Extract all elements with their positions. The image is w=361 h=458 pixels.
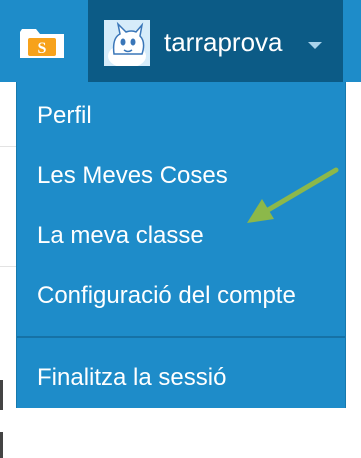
background-line [0, 146, 16, 147]
menu-item-label: Configuració del compte [37, 282, 296, 309]
scratch-cat-avatar-icon [104, 20, 150, 66]
user-dropdown-menu: Perfil Les Meves Coses La meva classe Co… [16, 82, 346, 408]
menu-item-label: Finalitza la sessió [37, 364, 227, 391]
folder-icon: S [20, 29, 64, 58]
menu-item-sign-out[interactable]: Finalitza la sessió [17, 352, 345, 402]
caret-down-icon [308, 42, 322, 49]
menu-item-my-class[interactable]: La meva classe [17, 210, 345, 260]
menu-divider [17, 336, 345, 338]
top-navigation: S tarraprova [0, 0, 361, 86]
user-menu-button[interactable]: tarraprova [88, 0, 343, 82]
background-text-fragment [0, 380, 3, 410]
background-text-fragment [0, 432, 3, 458]
username: tarraprova [164, 27, 283, 57]
menu-item-profile[interactable]: Perfil [17, 90, 345, 140]
my-stuff-folder-button[interactable]: S [0, 0, 88, 82]
menu-item-label: Les Meves Coses [37, 162, 228, 189]
menu-item-my-stuff[interactable]: Les Meves Coses [17, 150, 345, 200]
menu-item-label: La meva classe [37, 222, 204, 249]
menu-item-account-settings[interactable]: Configuració del compte [17, 270, 345, 320]
background-line [0, 266, 16, 267]
background-page-edge [0, 86, 16, 458]
folder-letter: S [38, 40, 47, 57]
avatar [104, 20, 150, 66]
menu-item-label: Perfil [37, 102, 92, 129]
